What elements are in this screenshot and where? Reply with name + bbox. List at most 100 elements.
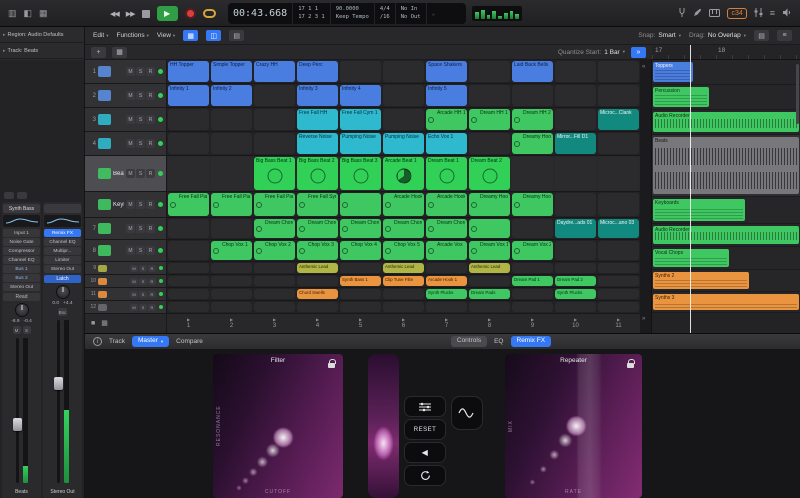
track-header[interactable]: 2MSR <box>85 84 167 107</box>
live-loops-view-button[interactable]: ▦ <box>183 30 198 41</box>
empty-cell-slot[interactable] <box>168 219 209 238</box>
loop-cell[interactable]: Free Fall Cym 1 <box>340 109 381 130</box>
loop-cell[interactable]: Free Fall Synth <box>297 193 338 216</box>
empty-cell-slot[interactable] <box>598 241 639 260</box>
mixer-mode-icon[interactable] <box>17 192 27 199</box>
play-button[interactable]: ▶ <box>157 6 178 21</box>
loop-cell[interactable]: Simple Topper <box>211 61 252 82</box>
loop-cell[interactable]: Infinity 4 <box>340 85 381 106</box>
empty-cell-slot[interactable] <box>598 302 639 312</box>
track-header[interactable]: BeatsMSR <box>85 156 167 191</box>
empty-cell-slot[interactable] <box>469 85 510 106</box>
mute-button[interactable]: M <box>130 304 138 311</box>
empty-cell-slot[interactable] <box>168 241 209 260</box>
output-slot[interactable]: Stereo Out <box>44 265 81 273</box>
empty-cell-slot[interactable] <box>383 302 424 312</box>
lcd-display[interactable]: 00:43.668 17 1 1 17 2 3 1 90.0000 Keep T… <box>228 3 466 24</box>
empty-cell-slot[interactable] <box>168 263 209 273</box>
add-track-button[interactable]: + <box>91 47 106 58</box>
loop-cell[interactable]: Pumping Noise <box>340 133 381 154</box>
grid-options-icon[interactable]: ▦ <box>101 320 108 327</box>
empty-cell-slot[interactable] <box>383 61 424 82</box>
track-header[interactable]: 10MSR <box>85 275 167 287</box>
plugin-slot[interactable]: Compressor <box>3 247 40 255</box>
empty-cell-slot[interactable] <box>512 85 553 106</box>
empty-cell-slot[interactable] <box>383 109 424 130</box>
playhead[interactable] <box>690 45 691 333</box>
solo-button[interactable]: S <box>136 91 145 100</box>
input-slot[interactable]: Input 1 <box>3 229 40 237</box>
solo-button[interactable]: S <box>136 169 145 178</box>
empty-cell-slot[interactable] <box>340 263 381 273</box>
channel-setting-button[interactable] <box>44 204 81 213</box>
arrange-region[interactable]: Audio Recorder <box>653 112 799 132</box>
menu-view[interactable]: View▾ <box>157 32 175 39</box>
column-play-button[interactable]: ▶ <box>402 318 405 322</box>
mute-button[interactable]: M <box>13 326 21 334</box>
empty-cell-slot[interactable] <box>211 157 252 190</box>
record-enable-button[interactable]: R <box>148 304 156 311</box>
empty-cell-slot[interactable] <box>512 263 553 273</box>
send-slot[interactable]: Bus 1 <box>3 265 40 273</box>
loop-cell[interactable]: Chop Vox 4 <box>340 241 381 260</box>
empty-cell-slot[interactable] <box>426 263 467 273</box>
volume-fader[interactable] <box>44 320 81 483</box>
column-play-button[interactable]: ▶ <box>230 318 233 322</box>
empty-cell-slot[interactable] <box>598 276 639 286</box>
empty-cell-slot[interactable] <box>168 157 209 190</box>
loop-cell[interactable]: Chord Swells <box>297 289 338 299</box>
empty-cell-slot[interactable] <box>254 289 295 299</box>
loop-cell[interactable]: Chop Vox 2 <box>254 241 295 260</box>
empty-cell-slot[interactable] <box>555 263 596 273</box>
solo-button[interactable]: S <box>139 278 147 285</box>
empty-cell-slot[interactable] <box>598 263 639 273</box>
empty-cell-slot[interactable] <box>555 241 596 260</box>
channel-setting-button[interactable]: Synth Bass <box>3 204 40 213</box>
track-header[interactable]: 8MSR <box>85 240 167 261</box>
controls-view-button[interactable]: Controls <box>451 336 487 346</box>
empty-cell-slot[interactable] <box>254 85 295 106</box>
pencil-icon[interactable] <box>693 8 702 19</box>
empty-cell-slot[interactable] <box>598 133 639 154</box>
loop-cell[interactable]: Dream Pad 2 <box>555 276 596 286</box>
automation-mode-button[interactable]: Latch <box>44 275 81 283</box>
loop-cell[interactable]: Crazy HH <box>254 61 295 82</box>
empty-cell-slot[interactable] <box>297 276 338 286</box>
menu-functions[interactable]: Functions▾ <box>116 32 148 39</box>
mixer-icon[interactable] <box>754 8 763 19</box>
empty-cell-slot[interactable] <box>426 302 467 312</box>
loop-cell[interactable]: Dream Pads <box>469 289 510 299</box>
loop-cell[interactable]: Big Bass Beat 3 <box>340 157 381 190</box>
plugin-track-button[interactable]: Track <box>109 338 125 345</box>
mute-button[interactable]: M <box>126 67 135 76</box>
mute-button[interactable]: M <box>126 169 135 178</box>
fx-touch-strip[interactable] <box>368 354 399 498</box>
reset-button[interactable]: RESET <box>404 419 446 440</box>
track-header[interactable]: 12MSR <box>85 301 167 313</box>
loop-cell[interactable]: Reverse Noise <box>297 133 338 154</box>
loop-cell[interactable]: Dream Chord 3 <box>340 219 381 238</box>
lock-icon[interactable] <box>328 363 335 368</box>
loop-cell[interactable]: Free Fall Piano <box>211 193 252 216</box>
arrange-region[interactable]: Synths 3 <box>653 294 799 310</box>
mute-button[interactable]: M <box>126 200 135 209</box>
compare-button[interactable]: Compare <box>176 338 203 345</box>
filter-xy-pad[interactable]: Filter RESONANCE CUTOFF <box>213 354 343 498</box>
loop-cell[interactable] <box>340 193 381 216</box>
empty-cell-slot[interactable] <box>598 193 639 216</box>
loop-cell[interactable]: Dream Chord 2 <box>297 219 338 238</box>
column-play-button[interactable]: ▶ <box>531 318 534 322</box>
loop-cell[interactable]: Dream HH 2 <box>512 109 553 130</box>
solo-button[interactable]: S <box>136 246 145 255</box>
empty-cell-slot[interactable] <box>211 109 252 130</box>
musical-typing-icon[interactable] <box>709 9 720 19</box>
empty-cell-slot[interactable] <box>254 276 295 286</box>
record-enable-button[interactable]: R <box>146 246 155 255</box>
solo-button[interactable]: S <box>136 224 145 233</box>
empty-cell-slot[interactable] <box>598 289 639 299</box>
empty-cell-slot[interactable] <box>512 289 553 299</box>
track-header[interactable]: 7MSR <box>85 218 167 239</box>
loop-cell[interactable]: Synth Plucks <box>426 289 467 299</box>
wobble-button[interactable] <box>451 396 483 430</box>
drag-menu[interactable]: Drag: No Overlap ▾ <box>689 32 746 39</box>
